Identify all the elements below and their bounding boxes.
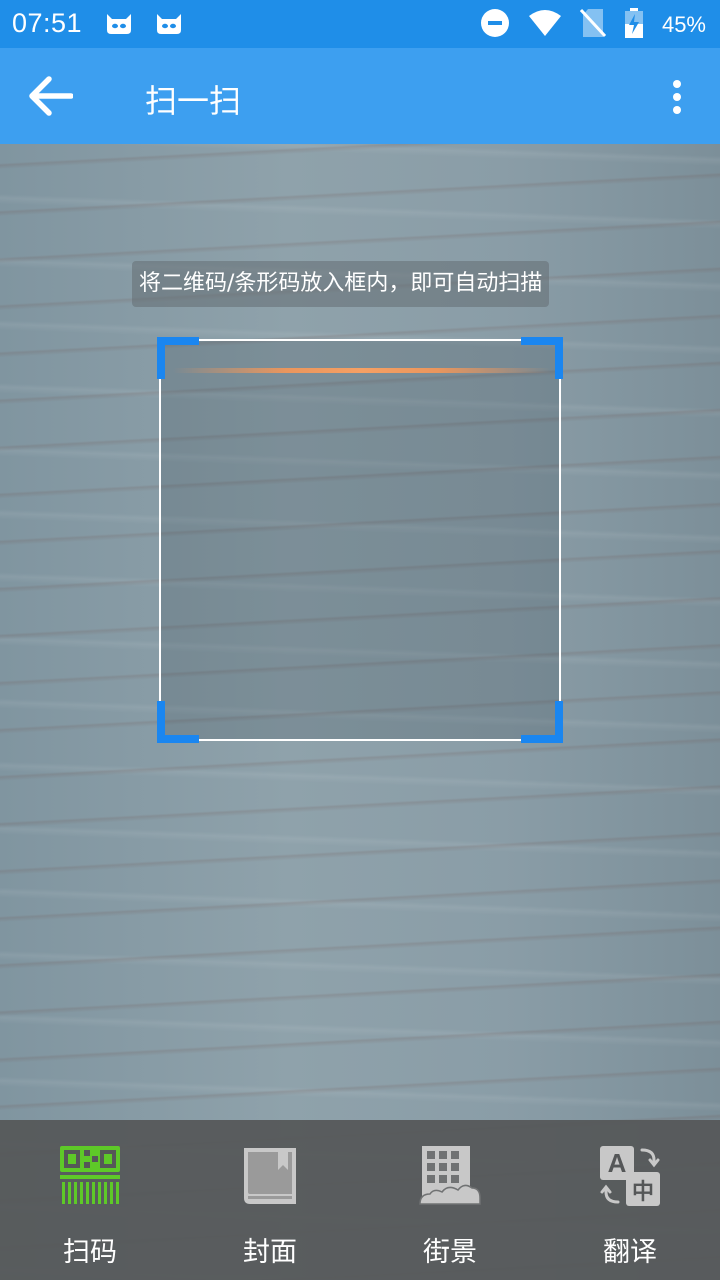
more-vertical-icon: [673, 80, 681, 114]
scanner-screen: 07:51 45% 扫一扫 将二维码/条形码放入框内，即可自动扫描 扫码 封面 …: [0, 0, 720, 1280]
scan-frame: [157, 337, 563, 743]
arrow-left-icon: [29, 76, 73, 116]
svg-text:中: 中: [632, 1180, 654, 1205]
tab-street-view-label: 街景: [423, 1237, 477, 1268]
system-status-icons: 45%: [480, 8, 706, 42]
bottom-tab-bar: 扫码 封面 街景 A 中 翻译: [0, 1120, 720, 1280]
no-sim-icon: [579, 8, 607, 42]
tab-translate-label: 翻译: [603, 1237, 657, 1268]
cat-notification-icon: [154, 10, 184, 40]
more-options-button[interactable]: [662, 74, 692, 120]
tab-cover-label: 封面: [243, 1237, 297, 1268]
book-cover-icon: [244, 1148, 296, 1204]
translate-icon: A 中: [600, 1146, 660, 1206]
cat-notification-icon: [104, 10, 134, 40]
status-time: 07:51: [12, 8, 83, 38]
status-bar: 07:51 45%: [0, 0, 720, 48]
battery-percent: 45%: [661, 12, 706, 37]
tab-scan-code[interactable]: 扫码: [0, 1120, 180, 1280]
back-button[interactable]: [22, 70, 78, 122]
tab-translate[interactable]: A 中 翻译: [540, 1120, 720, 1280]
scan-corner-bottom-right: [521, 701, 563, 743]
app-bar: 扫一扫: [0, 48, 720, 144]
tab-scan-code-label: 扫码: [63, 1237, 117, 1268]
scan-corner-bottom-left: [157, 701, 199, 743]
scan-hint: 将二维码/条形码放入框内，即可自动扫描: [132, 261, 550, 307]
wifi-icon: [528, 9, 562, 41]
qr-barcode-icon: [60, 1146, 120, 1204]
scan-line: [173, 368, 551, 373]
tab-street-view[interactable]: 街景: [360, 1120, 540, 1280]
tab-cover[interactable]: 封面: [180, 1120, 360, 1280]
building-icon: [419, 1146, 481, 1205]
battery-charging-icon: [624, 8, 644, 42]
do-not-disturb-icon: [480, 8, 510, 42]
page-title: 扫一扫: [145, 82, 242, 120]
notification-icons: [104, 10, 184, 40]
svg-text:A: A: [608, 1148, 627, 1178]
